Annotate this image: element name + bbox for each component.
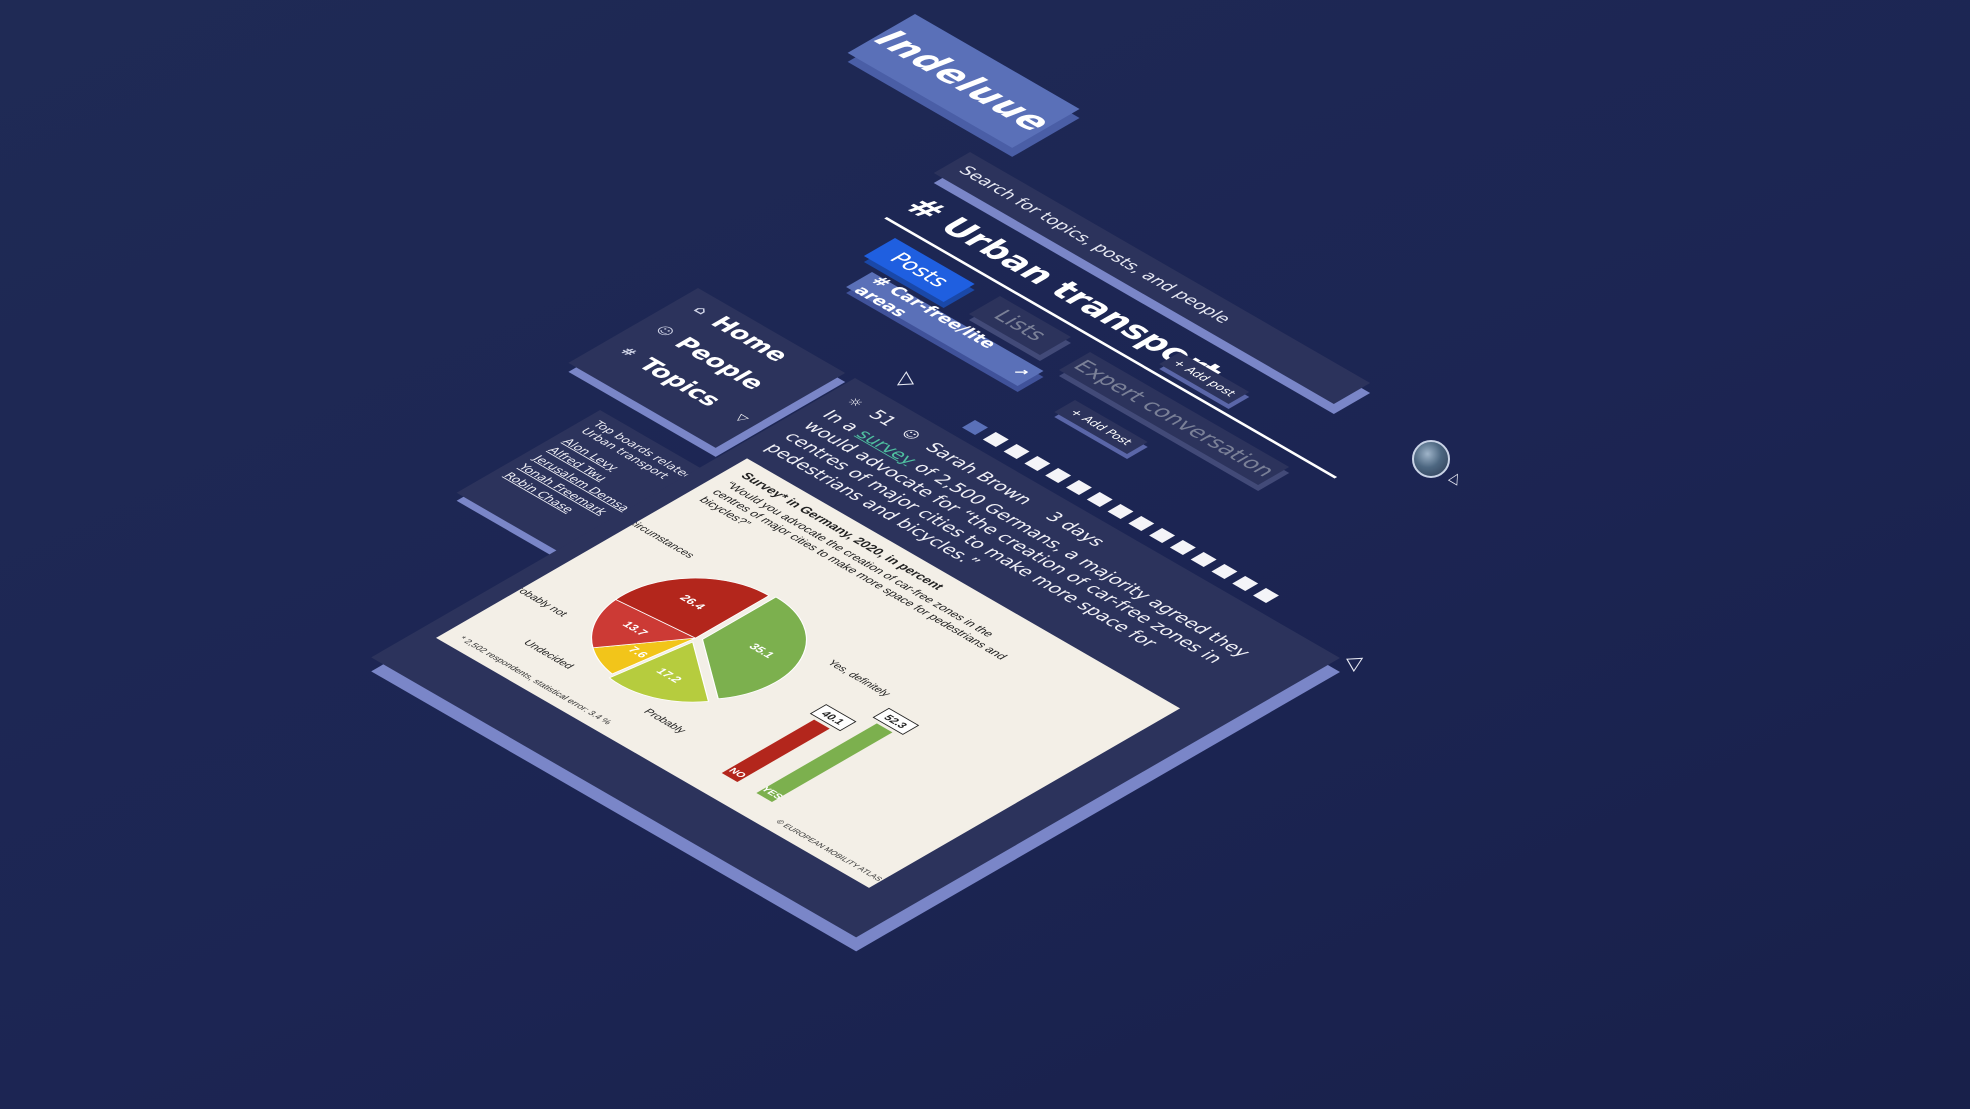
home-icon: ⌂ xyxy=(689,303,712,317)
pie-category-label: Probably xyxy=(641,707,689,735)
pagination-dot[interactable] xyxy=(1045,468,1072,483)
pagination-dot[interactable] xyxy=(1190,552,1217,567)
pagination-dot[interactable] xyxy=(1253,588,1279,603)
person-icon: ☺ xyxy=(651,323,678,340)
pie-category-label: Yes, definitely xyxy=(824,659,893,699)
like-count: 51 xyxy=(863,407,902,430)
pagination-dot[interactable] xyxy=(1128,516,1155,531)
pagination-dot[interactable] xyxy=(1065,480,1092,495)
hashtag-icon: # xyxy=(616,345,641,360)
collapse-arrow-icon[interactable]: ◁ xyxy=(890,366,915,394)
pagination-dot[interactable] xyxy=(1107,504,1134,519)
pagination-dot[interactable] xyxy=(1232,576,1259,591)
app-logo[interactable]: Indeluue xyxy=(847,14,1080,148)
pagination-dot[interactable] xyxy=(962,420,988,435)
pagination-dot[interactable] xyxy=(1003,444,1030,459)
pagination-dot[interactable] xyxy=(1086,492,1113,507)
pagination-dot[interactable] xyxy=(982,432,1009,447)
subtopic-add-post-label: + Add Post xyxy=(1066,406,1136,447)
pagination-dot[interactable] xyxy=(1149,528,1176,543)
pagination-dot[interactable] xyxy=(1024,456,1051,471)
person-icon: ☺ xyxy=(897,426,924,443)
avatar-menu-icon[interactable]: △ xyxy=(1447,468,1464,487)
like-icon[interactable]: ☼ xyxy=(843,395,868,409)
chart-credit: © EUROPEAN MOBILITY ATLAS 2021 / BC xyxy=(774,818,918,887)
pie-category-label: Probably not xyxy=(506,582,570,619)
app-logo-text: Indeluue xyxy=(865,24,1062,138)
avatar[interactable] xyxy=(1412,440,1450,478)
next-arrow-icon[interactable]: ▷ xyxy=(1343,646,1368,674)
pagination-dot[interactable] xyxy=(1169,540,1196,555)
pie-category-label: Undecided xyxy=(520,638,576,670)
chevron-down-icon[interactable]: ▽ xyxy=(732,412,752,424)
pagination-dot[interactable] xyxy=(1211,564,1238,579)
